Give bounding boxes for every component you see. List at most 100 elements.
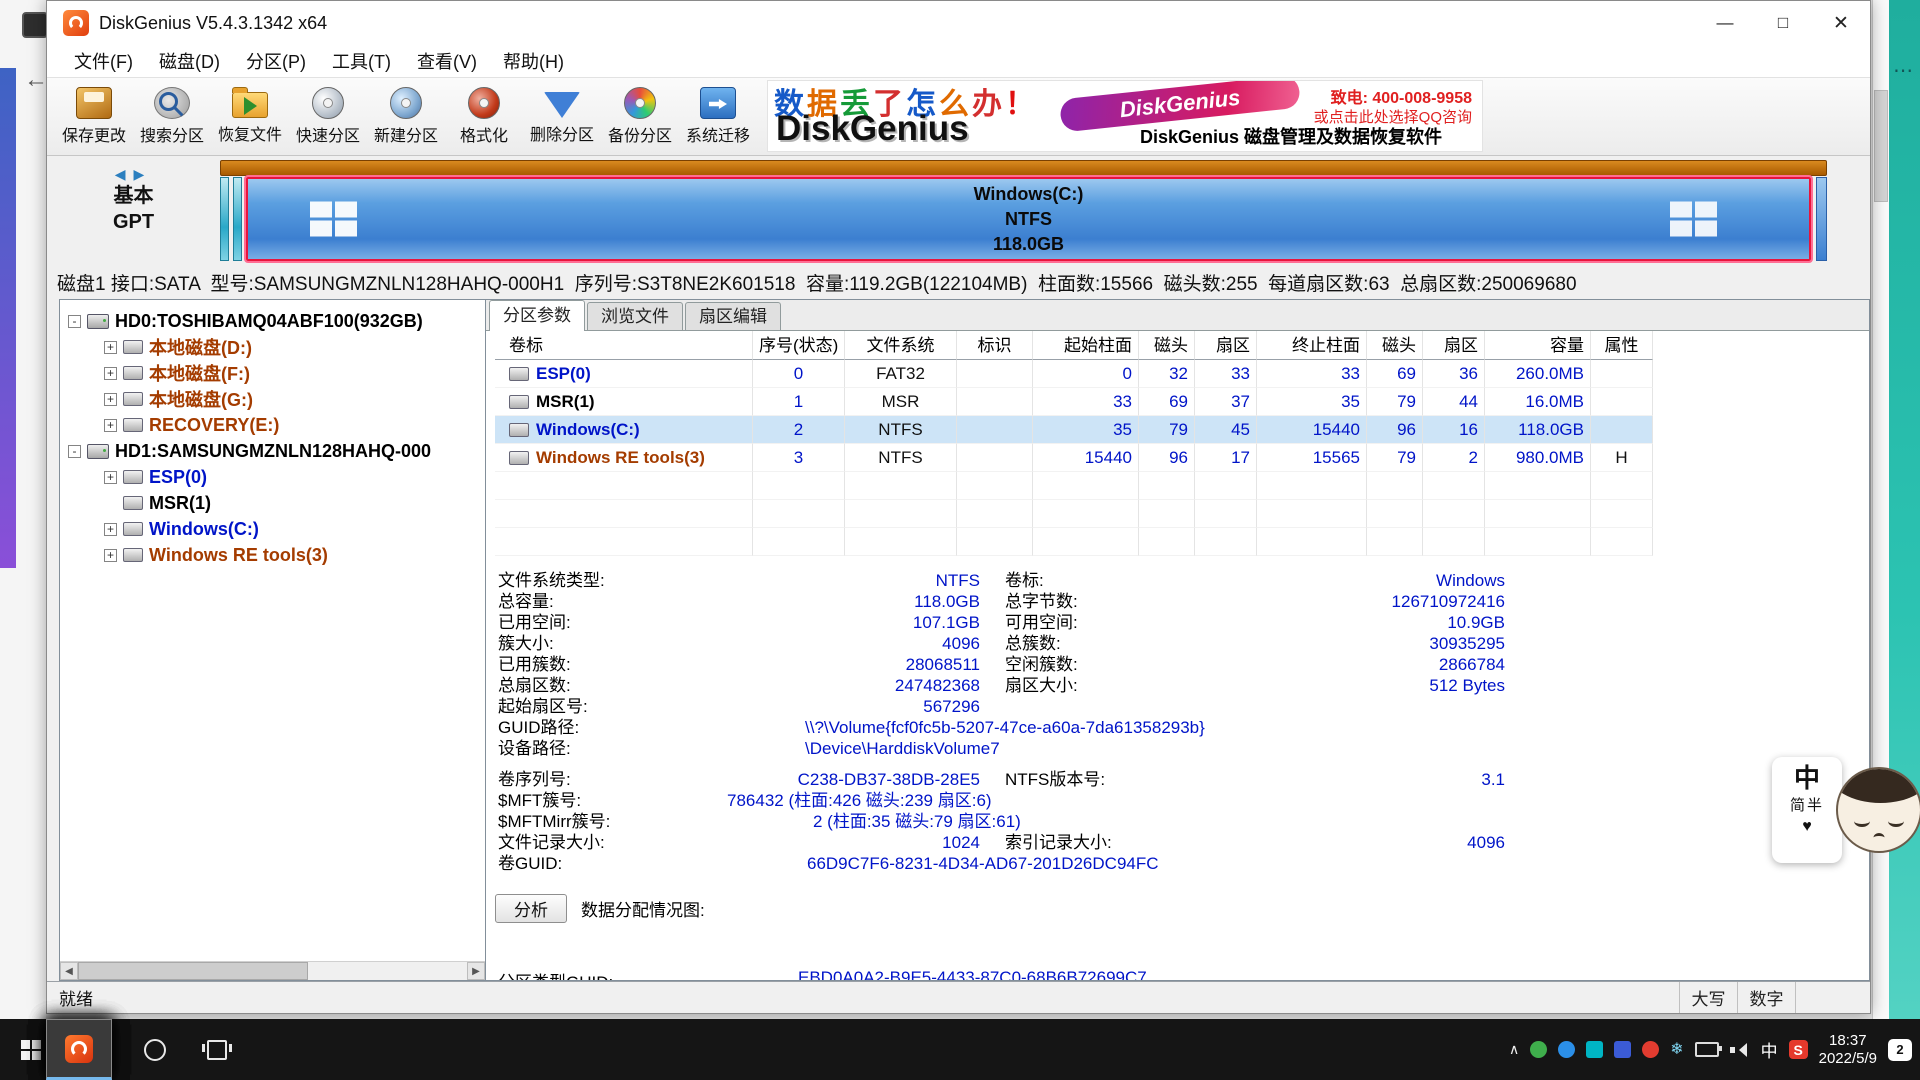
new-partition-button[interactable]: 新建分区 — [367, 81, 445, 153]
table-row-re-tools[interactable]: Windows RE tools(3) 3 NTFS 15440 96 17 1… — [495, 444, 1653, 472]
prev-disk-arrow[interactable]: ◀ — [115, 166, 134, 182]
taskbar-clock[interactable]: 18:37 2022/5/9 — [1819, 1032, 1877, 1068]
tree-item-recovery-e[interactable]: + RECOVERY(E:) — [60, 412, 485, 438]
menu-disk[interactable]: 磁盘(D) — [146, 48, 233, 74]
promo-banner[interactable]: 数据丢了怎么办！ DiskGenius DiskGenius 致电: 400-0… — [767, 80, 1483, 152]
background-back-arrow[interactable]: ← — [24, 66, 48, 94]
backup-partition-button[interactable]: 备份分区 — [601, 81, 679, 153]
partition-block-esp[interactable] — [220, 177, 229, 261]
maximize-button[interactable]: □ — [1754, 1, 1812, 45]
tray-navy-icon[interactable] — [1614, 1041, 1631, 1058]
col-start-sector[interactable]: 扇区 — [1195, 331, 1257, 360]
partition-block-re-tools[interactable] — [1816, 177, 1827, 261]
tree-item-label: Windows(C:) — [149, 519, 259, 540]
tree-item-msr[interactable]: MSR(1) — [60, 490, 485, 516]
tree-item-label: HD1:SAMSUNGMZNLN128HAHQ-000 — [115, 441, 431, 462]
search-partition-button[interactable]: 搜索分区 — [133, 81, 211, 153]
volume-icon — [509, 395, 529, 409]
taskbar-app-diskgenius-active[interactable] — [46, 1019, 112, 1080]
notification-badge[interactable]: 2 — [1888, 1039, 1912, 1061]
tree-item-re-tools[interactable]: + Windows RE tools(3) — [60, 542, 485, 568]
menu-help[interactable]: 帮助(H) — [490, 48, 577, 74]
analyze-section: 分析 数据分配情况图: — [495, 894, 1869, 923]
format-button[interactable]: 格式化 — [445, 81, 523, 153]
collapse-icon[interactable]: - — [68, 315, 81, 328]
mascot-eye — [1888, 815, 1904, 827]
sogou-status-card[interactable]: 中 简半 ♥ — [1772, 757, 1842, 863]
tab-sector-edit[interactable]: 扇区编辑 — [685, 302, 781, 330]
expand-icon[interactable]: + — [104, 367, 117, 380]
col-capacity[interactable]: 容量 — [1485, 331, 1591, 360]
expand-icon[interactable]: + — [104, 419, 117, 432]
tab-browse-files[interactable]: 浏览文件 — [587, 302, 683, 330]
ime-indicator[interactable]: 中 — [1761, 1037, 1778, 1062]
sogou-ime-widget[interactable]: 中 简半 ♥ — [1772, 757, 1920, 872]
scroll-right-arrow[interactable]: ▶ — [467, 962, 485, 980]
tree-item-hd1[interactable]: - HD1:SAMSUNGMZNLN128HAHQ-000 — [60, 438, 485, 464]
expand-icon[interactable]: + — [104, 341, 117, 354]
background-scrollbar-thumb[interactable] — [1874, 90, 1888, 202]
tree-item-local-f[interactable]: + 本地磁盘(F:) — [60, 360, 485, 386]
table-row-windows-c-selected[interactable]: Windows(C:) 2 NTFS 35 79 45 15440 96 16 … — [495, 416, 1653, 444]
background-more-icon[interactable]: ⋯ — [1893, 58, 1913, 83]
analyze-button[interactable]: 分析 — [495, 894, 567, 923]
tray-green-icon[interactable] — [1530, 1041, 1547, 1058]
tray-blue-icon[interactable] — [1558, 1041, 1575, 1058]
tray-teal-icon[interactable] — [1586, 1041, 1603, 1058]
menu-view[interactable]: 查看(V) — [404, 48, 490, 74]
table-row-esp[interactable]: ESP(0) 0 FAT32 0 32 33 33 69 36 260.0MB — [495, 360, 1653, 388]
delete-partition-button[interactable]: 删除分区 — [523, 81, 601, 153]
scroll-left-arrow[interactable]: ◀ — [60, 962, 78, 980]
tab-partition-params[interactable]: 分区参数 — [489, 300, 585, 331]
recover-files-button[interactable]: 恢复文件 — [211, 81, 289, 153]
col-seq-status[interactable]: 序号(状态) — [753, 331, 845, 360]
table-row-msr[interactable]: MSR(1) 1 MSR 33 69 37 35 79 44 16.0MB — [495, 388, 1653, 416]
expand-icon[interactable]: + — [104, 549, 117, 562]
col-volume-label[interactable]: 卷标 — [495, 331, 753, 360]
hidden-icons-chevron[interactable]: ∧ — [1509, 1041, 1519, 1058]
quick-partition-button[interactable]: 快速分区 — [289, 81, 367, 153]
disk-bar[interactable] — [220, 160, 1827, 176]
col-filesystem[interactable]: 文件系统 — [845, 331, 957, 360]
partition-block-msr[interactable] — [233, 177, 242, 261]
scrollbar-thumb[interactable] — [78, 962, 308, 980]
cortana-button[interactable] — [124, 1019, 186, 1080]
col-end-sector[interactable]: 扇区 — [1423, 331, 1485, 360]
tree-item-hd0[interactable]: - HD0:TOSHIBAMQ04ABF100(932GB) — [60, 308, 485, 334]
tree-item-local-d[interactable]: + 本地磁盘(D:) — [60, 334, 485, 360]
tree-horizontal-scrollbar[interactable]: ◀ ▶ — [60, 961, 485, 980]
expand-icon[interactable]: + — [104, 471, 117, 484]
tree-item-local-g[interactable]: + 本地磁盘(G:) — [60, 386, 485, 412]
tray-red-icon[interactable] — [1642, 1041, 1659, 1058]
snowflake-icon[interactable]: ❄ — [1670, 1042, 1683, 1058]
save-changes-button[interactable]: 保存更改 — [55, 81, 133, 153]
col-flag[interactable]: 标识 — [957, 331, 1033, 360]
col-attributes[interactable]: 属性 — [1591, 331, 1653, 360]
promo-logo: DiskGenius — [776, 109, 969, 149]
tree-item-label: Windows RE tools(3) — [149, 545, 328, 566]
partition-track: Windows(C:) NTFS 118.0GB — [220, 177, 1827, 261]
expand-icon[interactable]: + — [104, 393, 117, 406]
expand-icon[interactable]: + — [104, 523, 117, 536]
minimize-button[interactable]: — — [1696, 1, 1754, 45]
col-start-cylinder[interactable]: 起始柱面 — [1033, 331, 1139, 360]
collapse-icon[interactable]: - — [68, 445, 81, 458]
menu-file[interactable]: 文件(F) — [61, 48, 146, 74]
col-end-cylinder[interactable]: 终止柱面 — [1257, 331, 1367, 360]
col-start-head[interactable]: 磁头 — [1139, 331, 1195, 360]
volume-icon-tray[interactable] — [1730, 1042, 1750, 1058]
system-migrate-button[interactable]: 系统迁移 — [679, 81, 757, 153]
menu-tools[interactable]: 工具(T) — [319, 48, 404, 74]
next-disk-arrow[interactable]: ▶ — [134, 166, 153, 182]
tree-item-windows-c[interactable]: + Windows(C:) — [60, 516, 485, 542]
sogou-tray-icon[interactable]: S — [1789, 1040, 1808, 1059]
menu-partition[interactable]: 分区(P) — [233, 48, 319, 74]
battery-icon[interactable] — [1695, 1042, 1719, 1057]
numlock-indicator: 数字 — [1737, 982, 1795, 1013]
task-view-button[interactable] — [186, 1019, 248, 1080]
background-window-icon — [22, 12, 48, 38]
col-end-head[interactable]: 磁头 — [1367, 331, 1423, 360]
tree-item-esp[interactable]: + ESP(0) — [60, 464, 485, 490]
partition-block-windows-c[interactable]: Windows(C:) NTFS 118.0GB — [246, 177, 1811, 261]
close-button[interactable]: ✕ — [1812, 1, 1870, 45]
